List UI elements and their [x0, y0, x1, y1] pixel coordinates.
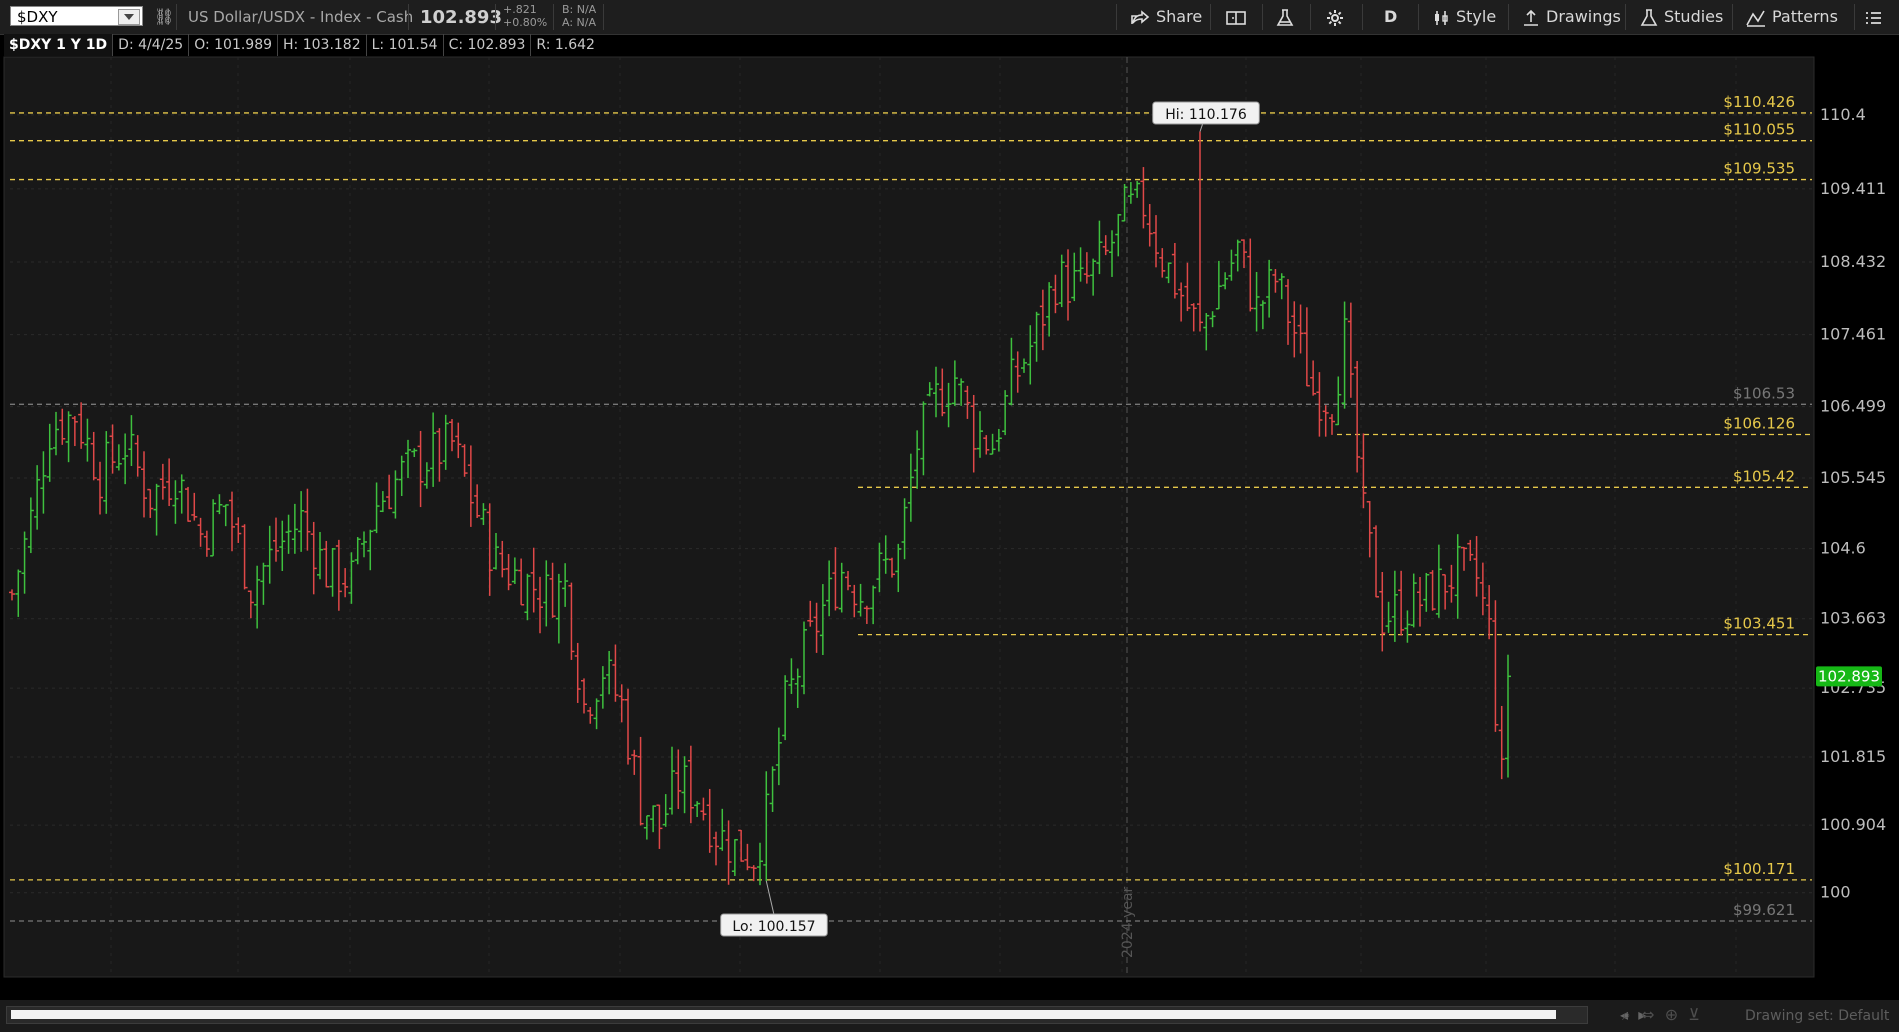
chart-scrollbar[interactable]	[6, 1006, 1588, 1024]
hi-callout: Hi: 110.176	[1152, 101, 1260, 125]
price-tick-label: 109.411	[1820, 179, 1886, 198]
plot-area	[3, 56, 1815, 978]
level-label: $103.451	[1723, 615, 1795, 633]
divider	[1854, 4, 1855, 30]
divider	[1262, 4, 1263, 30]
studies-flask-button[interactable]	[1276, 6, 1300, 28]
hi-callout-text: Hi: 110.176	[1165, 107, 1247, 123]
gear-icon	[1327, 9, 1343, 26]
aggregation-period-button[interactable]: D	[1384, 6, 1397, 28]
level-label: $109.535	[1723, 160, 1795, 178]
percent-change: +0.80%	[503, 16, 548, 29]
price-tick-label: 100	[1820, 883, 1851, 902]
lo-callout-text: Lo: 100.157	[732, 919, 815, 935]
price-tick-label: 100.904	[1820, 815, 1886, 834]
flexible-grid-button[interactable]	[1226, 6, 1252, 28]
share-label: Share	[1156, 7, 1203, 26]
level-label: $100.171	[1723, 860, 1795, 878]
symbol-description: US Dollar/USDX - Index - Cash	[188, 8, 414, 26]
flask-icon	[1640, 8, 1658, 26]
drawing-tool-icon[interactable]: ⊻	[1688, 1005, 1700, 1024]
info-high: H: 103.182	[278, 34, 367, 56]
level-label: $106.53	[1733, 384, 1795, 402]
studies-menu-button[interactable]: Studies	[1640, 6, 1723, 28]
divider	[1625, 4, 1626, 30]
divider	[1508, 4, 1509, 30]
top-toolbar: $DXY ⛓ US Dollar/USDX - Index - Cash 102…	[0, 0, 1899, 35]
flask-icon	[1276, 8, 1294, 26]
share-button[interactable]: Share	[1130, 6, 1202, 28]
level-label: $99.621	[1733, 901, 1795, 919]
link-icon[interactable]: ⛓	[154, 7, 174, 26]
studies-label: Studies	[1664, 7, 1724, 26]
divider	[1116, 4, 1117, 30]
ask-value: A: N/A	[562, 16, 596, 29]
drawings-icon	[1524, 9, 1538, 26]
price-axis[interactable]: 110.4 109.411 108.432 107.461 106.499 105.545…	[1816, 105, 1886, 902]
divider	[176, 4, 177, 30]
divider	[553, 4, 554, 30]
zoom-controls: ⌕ ⇔ ⊕ ⊻	[1622, 1005, 1700, 1025]
divider	[1210, 4, 1211, 30]
drawings-menu-button[interactable]: Drawings	[1522, 6, 1621, 28]
patterns-menu-button[interactable]: Patterns	[1746, 6, 1838, 28]
style-label: Style	[1456, 7, 1497, 26]
pan-icon[interactable]: ⇔	[1641, 1005, 1654, 1024]
lo-callout: Lo: 100.157	[720, 913, 828, 937]
crosshair-icon[interactable]: ⊕	[1665, 1005, 1678, 1024]
level-label: $110.055	[1723, 121, 1795, 139]
price-tick-label: 101.815	[1820, 747, 1886, 766]
last-price-badge: 102.893	[1816, 666, 1882, 687]
share-icon	[1131, 9, 1150, 24]
style-menu-button[interactable]: Style	[1432, 6, 1496, 28]
divider	[408, 4, 409, 30]
period-label: D	[1384, 7, 1398, 26]
patterns-label: Patterns	[1772, 7, 1838, 26]
price-tick-label: 108.432	[1820, 252, 1886, 271]
price-tick-label: 103.663	[1820, 609, 1886, 628]
info-low: L: 101.54	[367, 34, 444, 56]
level-label: $105.42	[1733, 467, 1795, 485]
level-label: $110.426	[1723, 93, 1795, 111]
price-tick-label: 106.499	[1820, 397, 1886, 416]
info-close: C: 102.893	[444, 34, 532, 56]
divider	[1362, 4, 1363, 30]
divider	[1732, 4, 1733, 30]
patterns-icon	[1746, 10, 1765, 27]
grid-layout-icon	[1226, 10, 1246, 25]
price-chart[interactable]: 2024 year $110.426 $110.055 $109.535 $106.5…	[0, 56, 1899, 980]
price-tick-label: 105.545	[1820, 468, 1886, 487]
symbol-input[interactable]: $DXY	[10, 6, 143, 26]
symbol-text: $DXY	[17, 8, 58, 26]
divider	[1418, 4, 1419, 30]
ohlc-info-bar: $DXY 1 Y 1D D: 4/4/25 O: 101.989 H: 103.182…	[4, 34, 600, 56]
zoom-icon[interactable]: ⌕	[1622, 1005, 1631, 1024]
price-tick-label: 107.461	[1820, 325, 1886, 344]
info-open: O: 101.989	[189, 34, 279, 56]
divider	[495, 4, 496, 30]
info-date: D: 4/4/25	[113, 34, 190, 56]
chevron-down-icon[interactable]	[118, 9, 140, 25]
settings-button[interactable]	[1326, 6, 1350, 28]
drawing-set-label[interactable]: Drawing set: Default	[1745, 1008, 1889, 1024]
last-price: 102.893	[420, 7, 502, 28]
level-label: $106.126	[1723, 415, 1795, 433]
net-change: +.821	[503, 3, 537, 16]
drawings-label: Drawings	[1546, 7, 1621, 26]
price-tick-label: 104.6	[1820, 539, 1866, 558]
chart-menu-button[interactable]	[1864, 6, 1888, 28]
price-change: +.821 +0.80%	[503, 3, 547, 29]
candle-style-icon	[1435, 10, 1448, 25]
bid-ask: B: N/A A: N/A	[562, 3, 596, 29]
list-menu-icon	[1866, 11, 1881, 24]
year-marker-label: 2024 year	[1120, 886, 1136, 958]
divider	[1310, 4, 1311, 30]
divider	[603, 4, 604, 30]
price-tick-label: 110.4	[1820, 105, 1866, 124]
last-price-badge-text: 102.893	[1818, 667, 1880, 685]
chart-id[interactable]: $DXY 1 Y 1D	[4, 34, 114, 56]
info-range: R: 1.642	[536, 37, 595, 53]
bid-value: B: N/A	[562, 3, 597, 16]
scrollbar-thumb[interactable]	[11, 1010, 1556, 1019]
